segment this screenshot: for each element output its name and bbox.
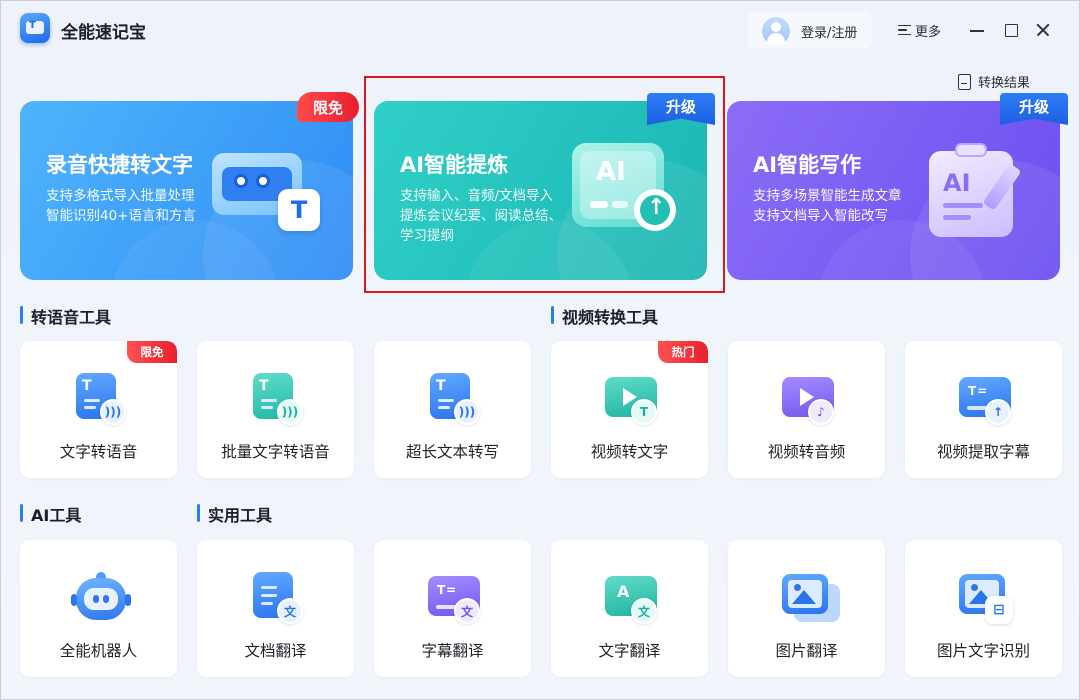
close-icon[interactable] [1033,20,1053,40]
tool-image-ocr[interactable]: ⊟ 图片文字识别 [905,540,1062,677]
login-label: 登录/注册 [801,26,858,41]
convert-result-label: 转换结果 [978,76,1031,91]
video-subtitle-extract-icon: T= ↑ [959,371,1011,427]
highlight-frame [364,76,725,293]
tool-text-to-speech[interactable]: T ))) 文字转语音 限免 [20,341,177,478]
tool-batch-text-to-speech[interactable]: T ))) 批量文字转语音 [197,341,354,478]
app-logo-icon [20,13,50,43]
more-button[interactable]: 更多 [898,20,941,40]
menu-icon [898,24,911,36]
batch-text-to-speech-icon: T ))) [251,371,303,427]
section-title-ai-tools: AI工具 [20,502,81,526]
image-ocr-icon: ⊟ [959,570,1013,626]
tool-label: 文字转语音 [59,443,138,461]
avatar-icon [762,17,790,45]
banner-title: 录音快捷转文字 [46,153,193,177]
tool-video-to-text[interactable]: T 视频转文字 热门 [551,341,708,478]
tool-label: 字幕翻译 [421,642,484,660]
banner-recording-to-text[interactable]: 录音快捷转文字 支持多格式导入批量处理 智能识别40+语言和方言 T 限免 [20,92,359,280]
login-button[interactable]: 登录/注册 [748,12,872,48]
tool-label: 视频提取字幕 [936,443,1030,461]
title-bar: 全能速记宝 登录/注册 更多 [0,0,1080,60]
section-title-video-tools: 视频转换工具 [551,304,658,328]
free-badge: 限免 [297,92,359,122]
section-title-voice-tools: 转语音工具 [20,304,111,328]
tool-robot[interactable]: 全能机器人 [20,540,177,677]
tool-label: 文档翻译 [244,642,307,660]
free-badge: 限免 [127,341,177,363]
video-to-text-icon: T [605,371,657,427]
tool-label: 视频转文字 [590,443,669,461]
tool-document-translate[interactable]: 文 文档翻译 [197,540,354,677]
minimize-icon[interactable] [967,20,987,40]
tool-subtitle-translate[interactable]: T= 文 字幕翻译 [374,540,531,677]
subtitle-translate-icon: T= 文 [428,570,480,626]
recorder-tape-icon: T [212,145,322,235]
document-icon [958,73,971,90]
tool-video-subtitle-extract[interactable]: T= ↑ 视频提取字幕 [905,341,1062,478]
banner-ai-writing[interactable]: AI智能写作 支持多场景智能生成文章 支持文档导入智能改写 AI 升级 [727,93,1068,280]
tool-label: 超长文本转写 [405,443,499,461]
text-translate-icon: A 文 [605,570,657,626]
ai-paper-pen-icon: AI [929,143,1033,239]
convert-result-button[interactable]: 转换结果 [958,72,1030,91]
tool-text-translate[interactable]: A 文 文字翻译 [551,540,708,677]
tool-label: 批量文字转语音 [221,443,330,461]
more-label: 更多 [915,24,942,40]
tool-video-to-audio[interactable]: ♪ 视频转音频 [728,341,885,478]
robot-icon [71,570,131,626]
banner-title: AI智能写作 [753,153,862,177]
tool-long-text-transcribe[interactable]: T ))) 超长文本转写 [374,341,531,478]
document-translate-icon: 文 [251,570,303,626]
tool-label: 图片翻译 [775,642,838,660]
text-to-speech-icon: T ))) [74,371,126,427]
banner-description: 支持多格式导入批量处理 智能识别40+语言和方言 [46,188,196,224]
banner-description: 支持多场景智能生成文章 支持文档导入智能改写 [753,188,902,224]
tool-label: 视频转音频 [767,443,846,461]
tool-label: 文字翻译 [598,642,661,660]
maximize-icon[interactable] [1001,20,1021,40]
video-to-audio-icon: ♪ [782,371,834,427]
tool-label: 全能机器人 [59,642,138,660]
tool-label: 图片文字识别 [936,642,1030,660]
long-text-transcribe-icon: T ))) [428,371,480,427]
image-translate-icon [782,570,840,626]
app-title: 全能速记宝 [61,23,146,43]
hot-badge: 热门 [658,341,708,363]
tool-image-translate[interactable]: 图片翻译 [728,540,885,677]
section-title-utility-tools: 实用工具 [197,502,272,526]
